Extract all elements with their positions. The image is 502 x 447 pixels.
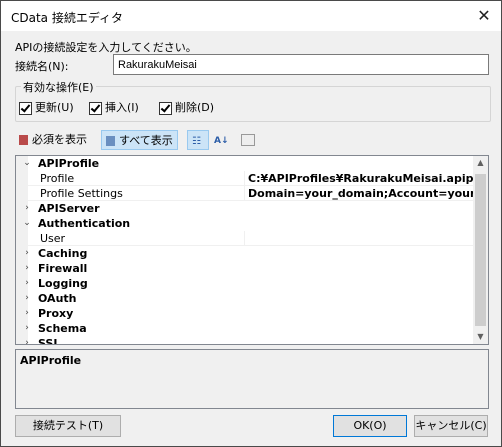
- update-checkbox-label: 更新(U): [35, 101, 74, 114]
- column-divider: [244, 231, 245, 246]
- categorized-view-button[interactable]: ☷: [187, 130, 209, 150]
- category-name: Caching: [38, 247, 88, 260]
- property-grid[interactable]: ⌄ APIProfile Profile C:¥APIProfiles¥Rakurak…: [15, 155, 489, 345]
- collapse-icon[interactable]: ⌄: [22, 156, 32, 171]
- expand-icon[interactable]: ›: [22, 291, 32, 306]
- operations-group-label: 有効な操作(E): [21, 79, 96, 95]
- property-value[interactable]: Domain=your_domain;Account=your_ac: [248, 186, 488, 201]
- title-bar: CData 接続エディタ ✕: [1, 1, 501, 31]
- connection-editor-window: CData 接続エディタ ✕ APIの接続設定を入力してください。 接続名(N)…: [0, 0, 502, 447]
- column-divider: [244, 171, 245, 186]
- property-category-row[interactable]: › Proxy: [16, 306, 474, 321]
- property-category-row[interactable]: › Firewall: [16, 261, 474, 276]
- insert-checkbox[interactable]: 挿入(I): [89, 99, 139, 115]
- delete-checkbox[interactable]: 削除(D): [159, 99, 214, 115]
- scroll-up-icon[interactable]: ▲: [473, 158, 488, 167]
- property-row[interactable]: Profile C:¥APIProfiles¥RakurakuMeisai.api…: [16, 171, 474, 186]
- insert-checkbox-label: 挿入(I): [105, 101, 139, 114]
- property-category-row[interactable]: › Schema: [16, 321, 474, 336]
- property-value[interactable]: C:¥APIProfiles¥RakurakuMeisai.apip: [248, 171, 474, 186]
- connection-name-label: 接続名(N):: [15, 60, 69, 73]
- property-category-row[interactable]: › OAuth: [16, 291, 474, 306]
- all-list-icon: [106, 136, 115, 146]
- property-row[interactable]: User: [16, 231, 474, 246]
- connection-name-input[interactable]: [113, 54, 489, 75]
- property-category-row[interactable]: › Caching: [16, 246, 474, 261]
- close-icon[interactable]: ✕: [473, 5, 495, 27]
- scrollbar-thumb[interactable]: [475, 174, 486, 326]
- category-name: SSL: [38, 337, 61, 345]
- delete-checkbox-box[interactable]: [159, 101, 172, 115]
- category-name: Logging: [38, 277, 88, 290]
- property-category-row[interactable]: ⌄ APIProfile: [16, 156, 474, 171]
- vertical-scrollbar[interactable]: ▲ ▼: [473, 156, 488, 344]
- required-list-icon: [19, 135, 28, 145]
- expand-icon[interactable]: ›: [22, 246, 32, 261]
- update-checkbox[interactable]: 更新(U): [19, 99, 74, 115]
- categorized-icon: ☷: [192, 136, 201, 147]
- expand-icon[interactable]: ›: [22, 261, 32, 276]
- alphabetical-view-button[interactable]: A↓: [210, 130, 232, 150]
- update-checkbox-box[interactable]: [19, 101, 32, 115]
- property-name: Profile Settings: [40, 187, 123, 200]
- delete-checkbox-label: 削除(D): [175, 101, 215, 114]
- expand-icon[interactable]: ›: [22, 321, 32, 336]
- category-name: APIServer: [38, 202, 100, 215]
- category-name: Firewall: [38, 262, 88, 275]
- expand-icon[interactable]: ›: [22, 336, 32, 344]
- insert-checkbox-box[interactable]: [89, 101, 102, 115]
- property-name: User: [40, 232, 66, 245]
- column-divider: [244, 186, 245, 201]
- property-category-row[interactable]: › SSL: [16, 336, 474, 345]
- category-name: OAuth: [38, 292, 77, 305]
- property-row[interactable]: Profile Settings Domain=your_domain;Accou…: [16, 186, 488, 201]
- category-name: Authentication: [38, 217, 131, 230]
- property-category-row[interactable]: ⌄ Authentication: [16, 216, 474, 231]
- show-all-button[interactable]: すべて表示: [101, 130, 178, 150]
- expand-icon[interactable]: ›: [22, 306, 32, 321]
- property-pages-button[interactable]: [237, 130, 259, 150]
- property-category-row[interactable]: › APIServer: [16, 201, 474, 216]
- ok-button[interactable]: OK(O): [333, 415, 407, 437]
- sort-az-icon: A↓: [214, 136, 229, 146]
- scroll-down-icon[interactable]: ▼: [473, 332, 488, 341]
- category-name: Schema: [38, 322, 87, 335]
- test-connection-button[interactable]: 接続テスト(T): [15, 415, 121, 437]
- show-required-label: 必須を表示: [32, 133, 87, 146]
- description-panel: APIProfile: [15, 349, 489, 409]
- property-name: Profile: [40, 172, 75, 185]
- window-title: CData 接続エディタ: [11, 11, 124, 25]
- expand-icon[interactable]: ›: [22, 276, 32, 291]
- collapse-icon[interactable]: ⌄: [22, 216, 32, 231]
- cancel-button[interactable]: キャンセル(C): [414, 415, 488, 437]
- category-name: APIProfile: [38, 157, 100, 170]
- category-name: Proxy: [38, 307, 74, 320]
- instruction-text: APIの接続設定を入力してください。: [15, 41, 197, 54]
- description-title: APIProfile: [20, 354, 82, 367]
- property-category-row[interactable]: › Logging: [16, 276, 474, 291]
- show-required-button[interactable]: 必須を表示: [15, 130, 91, 150]
- property-pages-icon: [241, 134, 255, 146]
- expand-icon[interactable]: ›: [22, 201, 32, 216]
- show-all-label: すべて表示: [119, 134, 173, 147]
